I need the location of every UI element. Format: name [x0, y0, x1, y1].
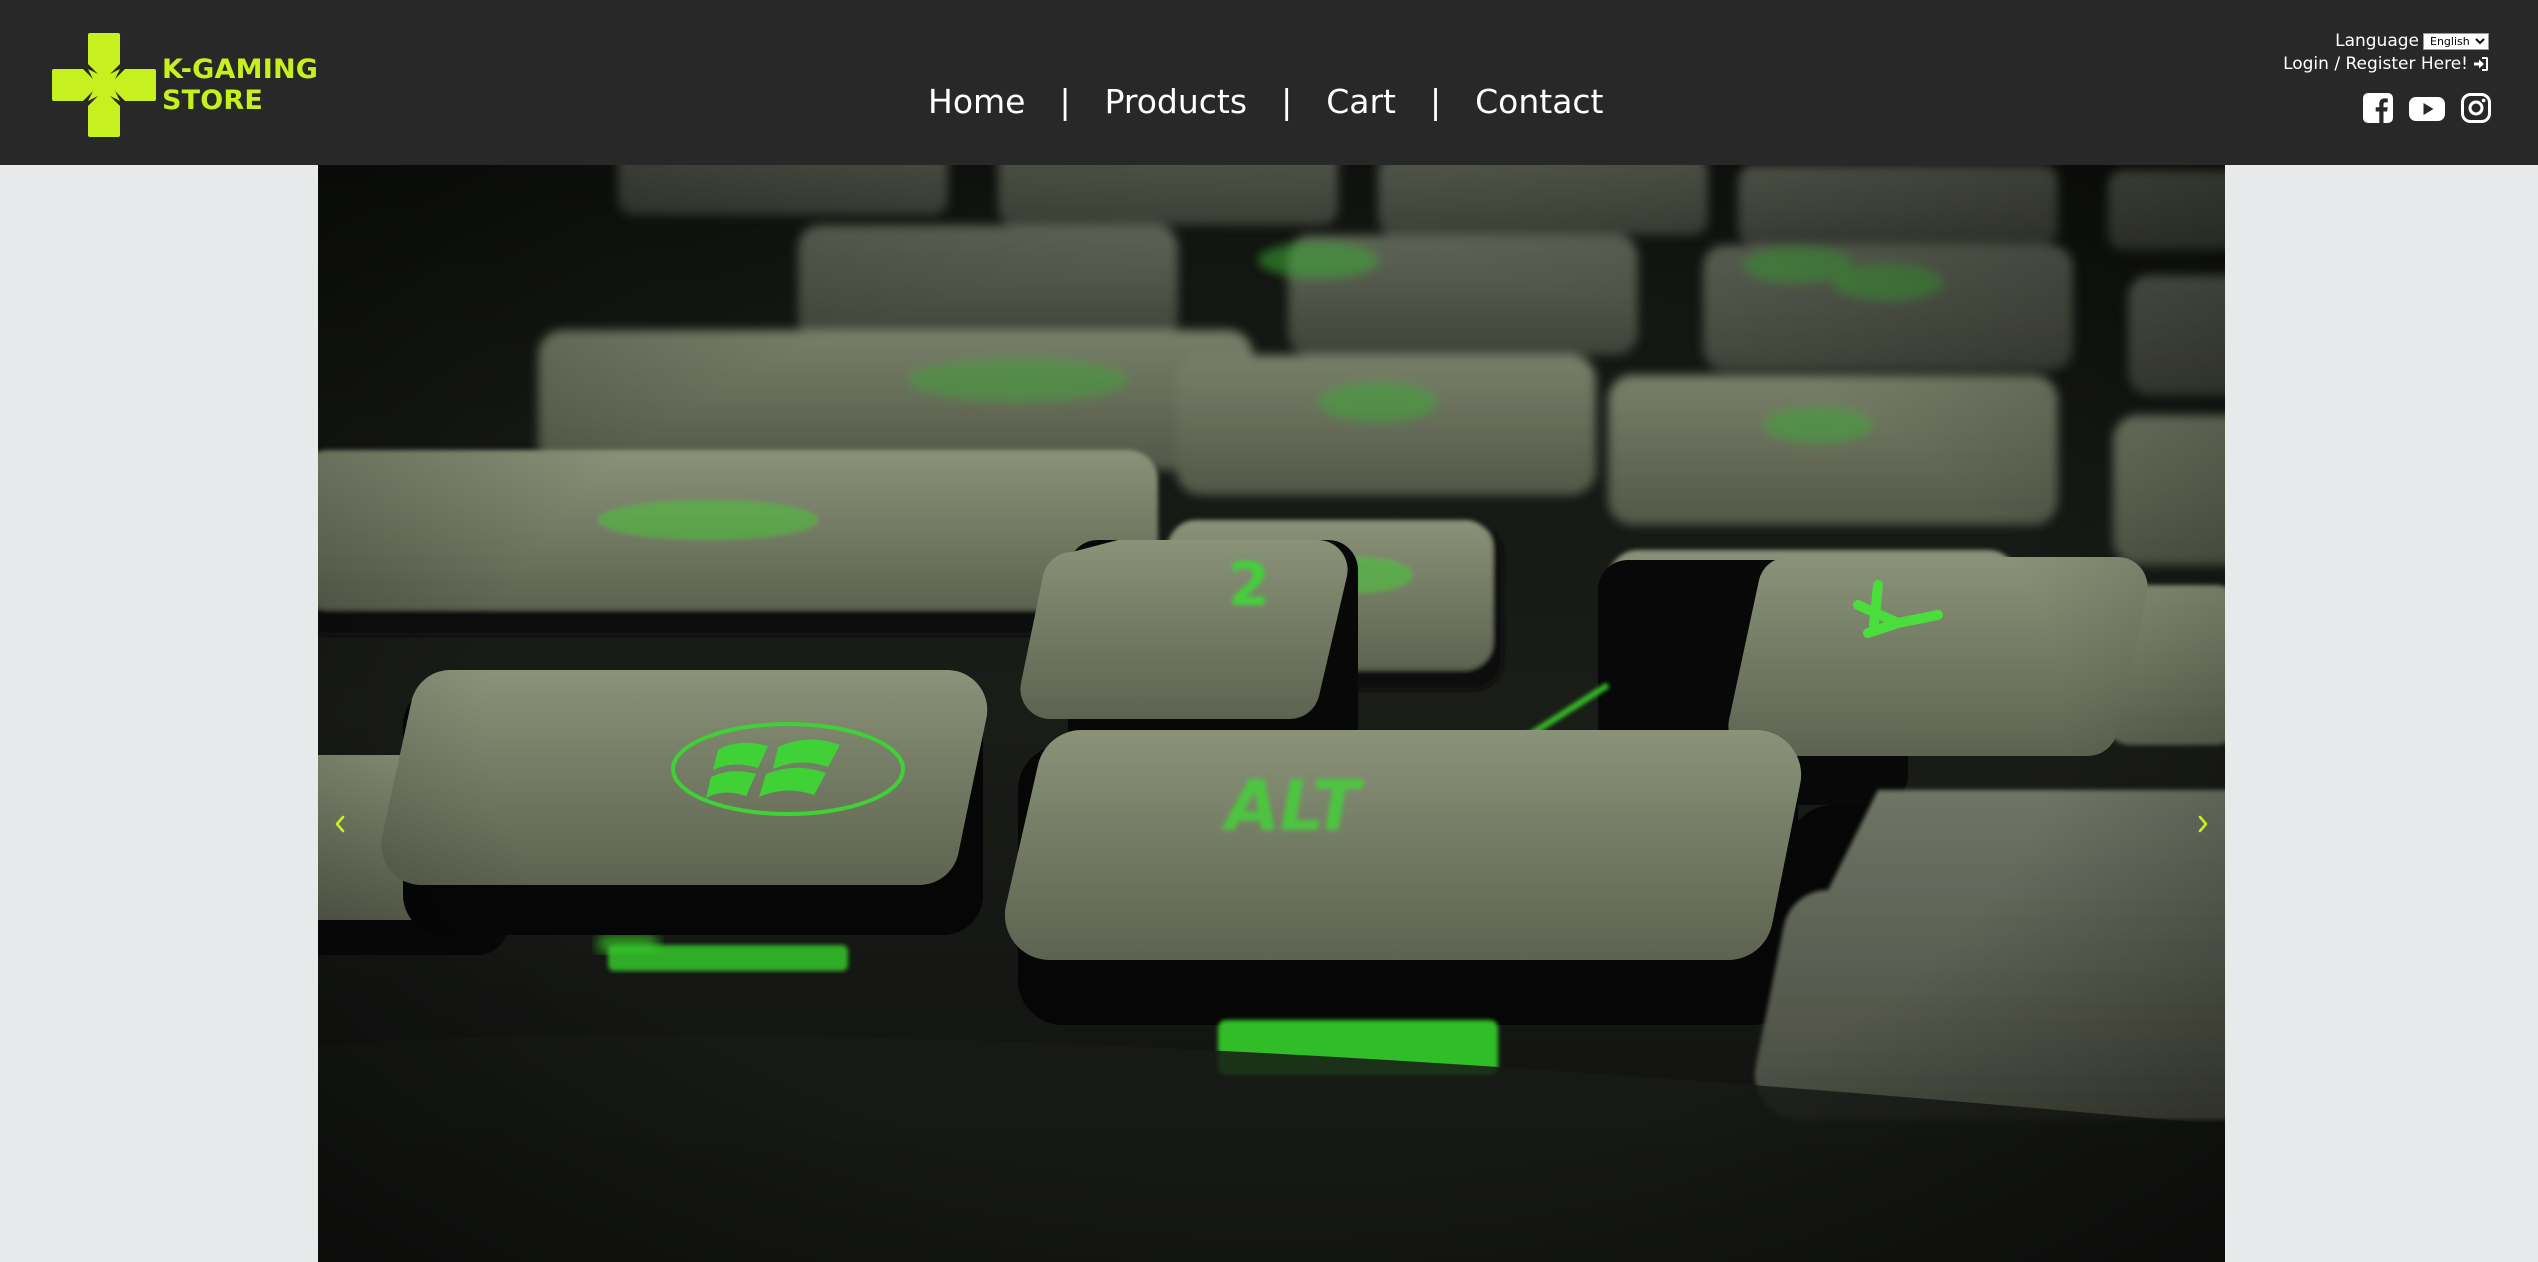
nav-separator: | [1059, 81, 1071, 121]
nav-contact[interactable]: Contact [1475, 82, 1603, 121]
chevron-right-icon [2198, 815, 2208, 833]
main-nav: Home | Products | Cart | Contact [928, 76, 1604, 126]
account-area: Language English Login / Register Here! [2283, 30, 2489, 74]
nav-separator: | [1281, 81, 1293, 121]
hero-carousel: 2 ALT [318, 165, 2225, 1262]
facebook-icon[interactable] [2362, 92, 2394, 124]
language-select[interactable]: English [2423, 32, 2489, 50]
brand-line-1: K-GAMING [162, 54, 319, 85]
login-row: Login / Register Here! [2283, 54, 2489, 74]
nav-cart[interactable]: Cart [1326, 82, 1396, 121]
nav-home[interactable]: Home [928, 82, 1025, 121]
social-links [2347, 92, 2492, 124]
youtube-icon[interactable] [2409, 92, 2445, 124]
brand-line-2: STORE [162, 85, 264, 116]
instagram-icon[interactable] [2460, 92, 2492, 124]
sign-in-icon [2474, 57, 2488, 71]
brand-name: K-GAMING STORE [162, 54, 318, 116]
plus-cross-logo-icon [52, 33, 156, 137]
chevron-left-icon [335, 815, 345, 833]
logo-link[interactable]: K-GAMING STORE [52, 33, 318, 137]
nav-separator: | [1429, 81, 1442, 121]
carousel-next-button[interactable] [2188, 806, 2218, 842]
site-header: K-GAMING STORE Home | Products | Cart | … [0, 0, 2538, 165]
nav-products[interactable]: Products [1105, 82, 1248, 121]
login-register-link[interactable]: Login / Register Here! [2283, 54, 2468, 74]
language-label: Language [2335, 31, 2419, 51]
keyboard-hero-image: 2 ALT [318, 165, 2225, 1262]
carousel-prev-button[interactable] [325, 806, 355, 842]
language-row: Language English [2283, 30, 2489, 52]
